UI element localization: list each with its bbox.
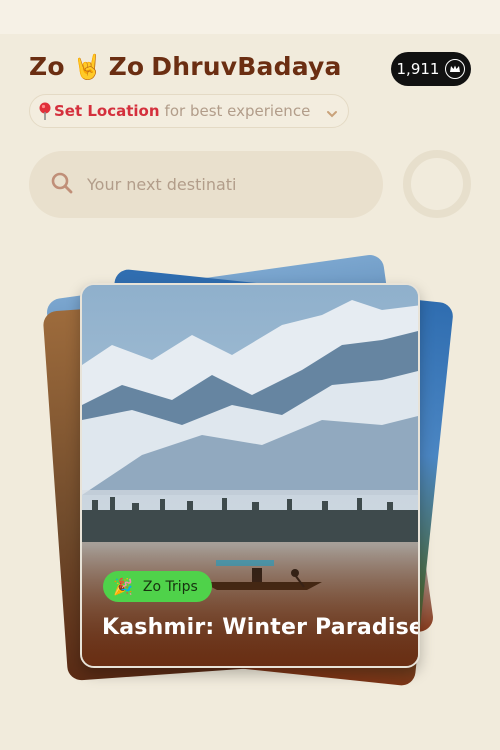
party-popper-icon: 🎉 — [113, 577, 133, 596]
zo-trips-tag: 🎉 Zo Trips — [103, 571, 212, 602]
tag-label: Zo Trips — [142, 578, 198, 595]
chevron-down-icon — [326, 105, 338, 118]
search-bar[interactable] — [29, 151, 383, 218]
points-badge[interactable]: 1,911 — [391, 52, 471, 86]
search-icon — [51, 172, 73, 198]
rock-hand-icon: 🤘 — [72, 52, 103, 81]
status-bar-area — [0, 0, 500, 34]
crown-coin-icon — [445, 59, 466, 79]
card-title: Kashmir: Winter Paradise — [102, 615, 420, 640]
greeting-word-1: Zo — [29, 52, 65, 81]
greeting-word-2: Zo — [108, 52, 145, 81]
location-hint: for best experience — [164, 102, 311, 120]
profile-avatar-button[interactable] — [403, 150, 471, 218]
set-location-label: Set Location — [54, 102, 160, 120]
pin-icon — [38, 102, 52, 120]
set-location-button[interactable]: Set Location for best experience — [29, 94, 349, 128]
search-input[interactable] — [85, 174, 359, 195]
username: DhruvBadaya — [151, 52, 342, 81]
points-value: 1,911 — [396, 60, 440, 78]
greeting-header: Zo 🤘 Zo DhruvBadaya — [29, 52, 342, 81]
kashmir-landscape-image — [82, 285, 418, 666]
trip-card[interactable]: 🎉 Zo Trips Kashmir: Winter Paradise — [80, 283, 420, 668]
